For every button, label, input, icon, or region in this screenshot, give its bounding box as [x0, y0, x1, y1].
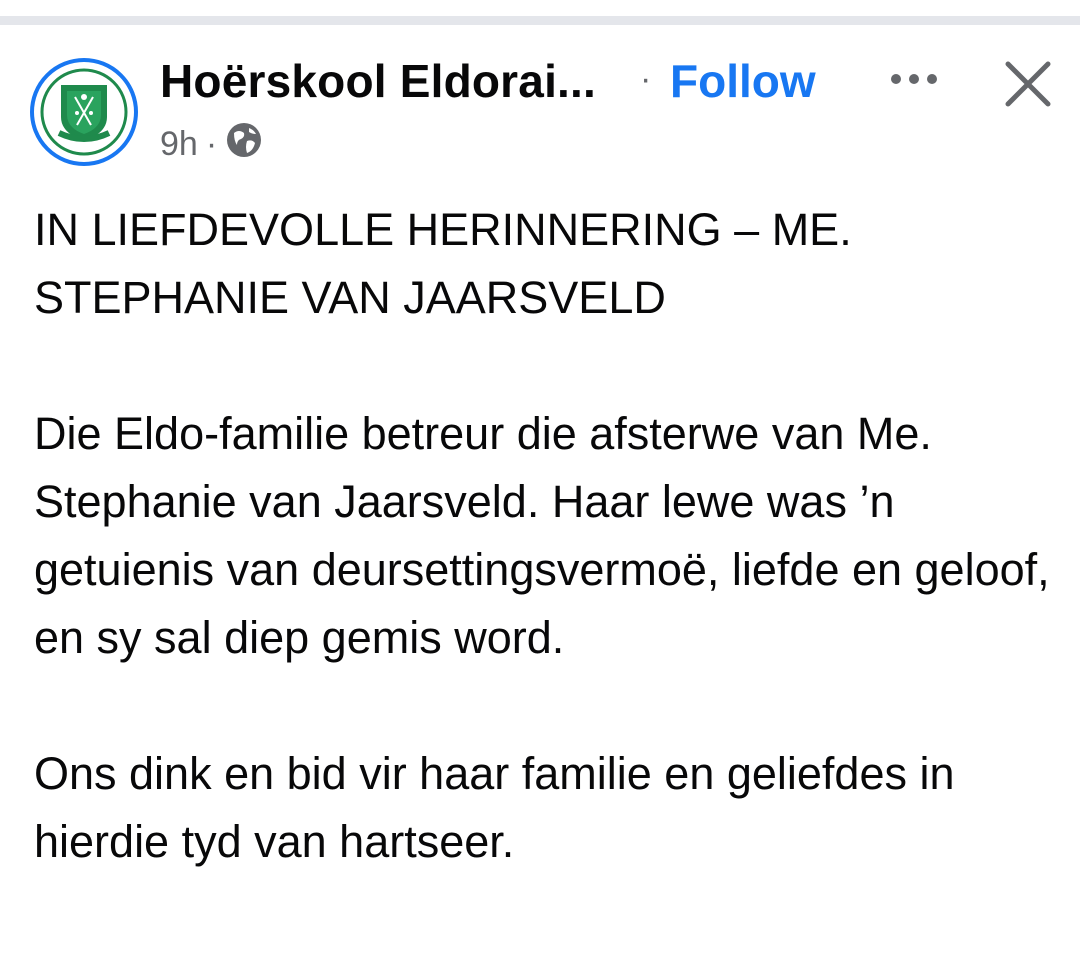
post-time[interactable]: 9h: [160, 125, 198, 164]
page-avatar[interactable]: [30, 58, 138, 166]
post-meta: 9h ·: [160, 122, 263, 164]
top-divider: [0, 0, 1080, 26]
post-paragraph-2: Ons dink en bid vir haar familie en geli…: [34, 748, 955, 867]
name-follow-separator: ·: [640, 60, 652, 98]
more-options-icon[interactable]: [884, 64, 944, 94]
follow-button[interactable]: Follow: [670, 54, 816, 108]
meta-separator: ·: [205, 124, 218, 163]
post-header: Hoërskool Eldorai... · Follow 9h ·: [0, 26, 1080, 186]
close-icon[interactable]: [998, 54, 1058, 114]
post-title: IN LIEFDEVOLLE HERINNERING – ME. STEPHAN…: [34, 204, 852, 323]
globe-icon: [225, 121, 263, 168]
post-paragraph-1: Die Eldo-familie betreur die afsterwe va…: [34, 408, 1050, 663]
school-crest-logo: [40, 68, 128, 156]
page-name[interactable]: Hoërskool Eldorai...: [160, 54, 596, 108]
post-body: IN LIEFDEVOLLE HERINNERING – ME. STEPHAN…: [34, 196, 1054, 876]
